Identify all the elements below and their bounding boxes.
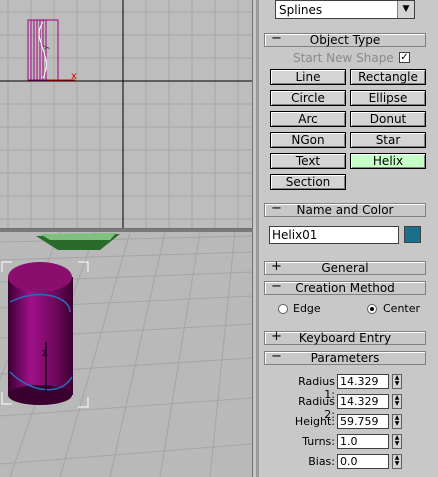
rectangle-button[interactable]: Rectangle <box>350 69 426 85</box>
donut-button[interactable]: Donut <box>350 111 426 127</box>
object-color-swatch[interactable] <box>404 226 421 243</box>
rollout-creation-method[interactable]: − Creation Method <box>264 279 426 295</box>
rollout-parameters-title: Parameters <box>310 351 380 365</box>
rollout-keyboard-entry[interactable]: + Keyboard Entry <box>264 329 426 345</box>
radius1-spinner[interactable]: ▲ ▼ <box>392 374 402 389</box>
rollout-name-and-color[interactable]: − Name and Color <box>264 201 426 217</box>
helix-top-view[interactable] <box>27 19 75 81</box>
rollout-object-type-title: Object Type <box>309 33 381 47</box>
section-button[interactable]: Section <box>270 174 346 190</box>
category-dropdown-value: Splines <box>279 3 323 17</box>
perspective-grid: z <box>0 232 252 477</box>
command-panel-scroll-edge[interactable] <box>256 0 259 477</box>
perspective-viewport[interactable]: z <box>0 232 253 477</box>
turns-label: Turns: <box>302 435 335 448</box>
rollout-keyboard-entry-title: Keyboard Entry <box>298 331 392 345</box>
center-radio-label: Center <box>383 302 421 315</box>
turns-spinner[interactable]: ▲ ▼ <box>392 434 402 449</box>
star-button[interactable]: Star <box>350 132 426 148</box>
helix-cylinder[interactable] <box>8 262 73 405</box>
object-name-input[interactable]: Helix01 <box>269 226 399 244</box>
turns-input[interactable]: 1.0 <box>337 434 389 449</box>
top-viewport-grid: x y <box>0 0 252 228</box>
ngon-button[interactable]: NGon <box>270 132 346 148</box>
circle-button[interactable]: Circle <box>270 90 346 106</box>
category-dropdown[interactable]: Splines ▼ <box>275 0 415 19</box>
axis-y-label: y <box>41 45 50 50</box>
start-new-shape-label: Start New Shape <box>293 51 394 65</box>
center-radio[interactable] <box>367 304 377 314</box>
rollout-general[interactable]: + General <box>264 259 426 275</box>
edge-radio-label: Edge <box>293 302 321 315</box>
edge-radio[interactable] <box>278 304 288 314</box>
rollout-general-title: General <box>321 261 369 275</box>
height-spinner[interactable]: ▲ ▼ <box>392 414 402 429</box>
rollout-creation-method-title: Creation Method <box>295 281 395 295</box>
radius2-input[interactable]: 14.329 <box>337 394 389 409</box>
axis-x-label: x <box>71 71 77 82</box>
start-new-shape-checkbox[interactable]: ✓ <box>399 52 410 63</box>
height-input[interactable]: 59.759 <box>337 414 389 429</box>
rollout-parameters[interactable]: − Parameters <box>264 349 426 365</box>
bias-label: Bias: <box>308 455 335 468</box>
line-button[interactable]: Line <box>270 69 346 85</box>
bias-spinner[interactable]: ▲ ▼ <box>392 454 402 469</box>
radius2-spinner[interactable]: ▲ ▼ <box>392 394 402 409</box>
radius1-input[interactable]: 14.329 <box>337 374 389 389</box>
rollout-name-and-color-title: Name and Color <box>296 203 394 217</box>
chevron-down-icon[interactable]: ▼ <box>397 1 414 18</box>
axis-z-label: z <box>42 348 47 359</box>
height-label: Height: <box>294 415 335 428</box>
top-viewport[interactable]: x y <box>0 0 253 229</box>
rollout-object-type[interactable]: − Object Type <box>264 31 426 47</box>
helix-button[interactable]: Helix <box>350 153 426 169</box>
ellipse-button[interactable]: Ellipse <box>350 90 426 106</box>
text-button[interactable]: Text <box>270 153 346 169</box>
bias-input[interactable]: 0.0 <box>337 454 389 469</box>
arc-button[interactable]: Arc <box>270 111 346 127</box>
